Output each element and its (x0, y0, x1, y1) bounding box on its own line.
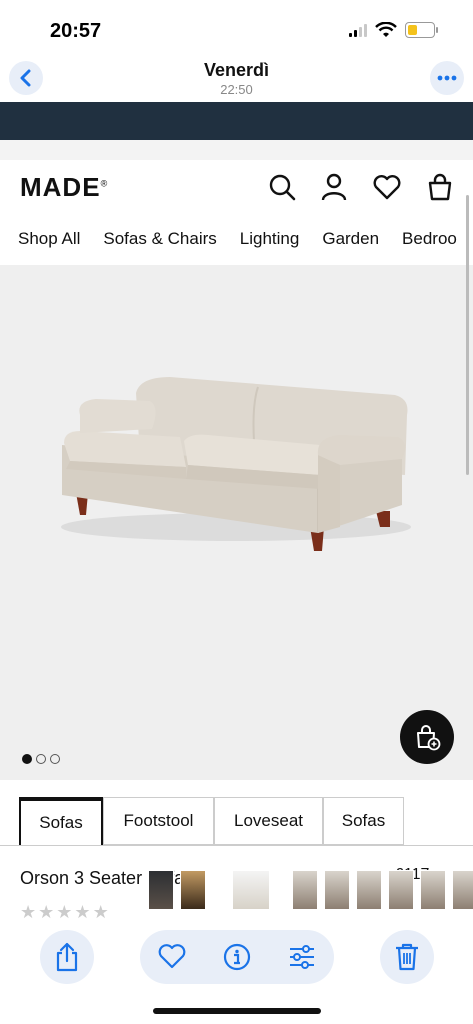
nav-garden[interactable]: Garden (322, 229, 379, 249)
tab-loveseat[interactable]: Loveseat (214, 797, 323, 845)
thumbnail[interactable] (148, 870, 174, 910)
favorite-button[interactable] (158, 944, 186, 970)
logo-text: MADE (20, 172, 101, 202)
product-image-gallery[interactable] (0, 265, 473, 780)
heart-icon (158, 944, 186, 969)
share-icon (56, 942, 78, 972)
carousel-dot[interactable] (50, 754, 60, 764)
carousel-dot[interactable] (22, 754, 32, 764)
page-scrollbar[interactable] (466, 195, 469, 475)
logo-registered-mark: ® (100, 178, 109, 189)
bag-plus-icon (417, 725, 441, 751)
carousel-dot[interactable] (36, 754, 46, 764)
tab-label: Sofas (341, 811, 386, 830)
promo-banner (0, 102, 473, 140)
more-options-button[interactable] (430, 61, 464, 95)
photo-actions-group (140, 930, 334, 984)
tab-footstool[interactable]: Footstool (103, 797, 214, 845)
battery-icon (405, 22, 438, 38)
carousel-dots (22, 754, 60, 764)
status-time: 20:57 (50, 20, 102, 42)
thumbnail[interactable] (420, 870, 446, 910)
wifi-icon (375, 22, 397, 38)
account-icon[interactable] (319, 172, 349, 202)
photo-time-subtitle: 22:50 (220, 82, 253, 97)
add-to-bag-button[interactable] (400, 710, 454, 764)
edit-button[interactable] (288, 944, 316, 970)
tab-divider (0, 845, 473, 846)
thumbnail[interactable] (292, 870, 318, 910)
tab-label: Sofas (39, 813, 83, 832)
nav-shop-all[interactable]: Shop All (18, 229, 80, 249)
nav-sofas-chairs[interactable]: Sofas & Chairs (103, 229, 216, 249)
page-gap (0, 140, 473, 160)
status-icons (349, 22, 438, 38)
thumbnail[interactable] (180, 870, 206, 910)
thumbnail[interactable] (388, 870, 414, 910)
thumbnail[interactable] (232, 870, 270, 910)
tab-sofas-2[interactable]: Sofas (323, 797, 404, 845)
search-icon[interactable] (267, 172, 297, 202)
info-icon (223, 943, 251, 971)
ellipsis-icon (437, 75, 457, 81)
site-logo[interactable]: MADE® (20, 172, 108, 203)
home-indicator[interactable] (153, 1008, 321, 1014)
category-nav: Shop All Sofas & Chairs Lighting Garden … (18, 229, 457, 249)
cellular-signal-icon (349, 23, 367, 37)
trash-icon (396, 943, 418, 971)
tab-sofas[interactable]: Sofas (19, 797, 103, 845)
sofa-product-image (61, 377, 411, 551)
photo-thumbnail-strip[interactable] (148, 870, 473, 910)
photo-date-title: Venerdì (203, 60, 270, 80)
wishlist-heart-icon[interactable] (372, 172, 402, 202)
share-button[interactable] (40, 930, 94, 984)
nav-lighting[interactable]: Lighting (240, 229, 300, 249)
delete-button[interactable] (380, 930, 434, 984)
basket-icon[interactable] (425, 172, 455, 202)
thumbnail[interactable] (452, 870, 473, 910)
tab-label: Footstool (123, 811, 194, 830)
thumbnail[interactable] (324, 870, 350, 910)
nav-bedroom[interactable]: Bedroo (402, 229, 457, 249)
adjust-sliders-icon (289, 945, 314, 969)
info-button[interactable] (223, 943, 251, 971)
thumbnail[interactable] (356, 870, 382, 910)
tab-label: Loveseat (234, 811, 303, 830)
